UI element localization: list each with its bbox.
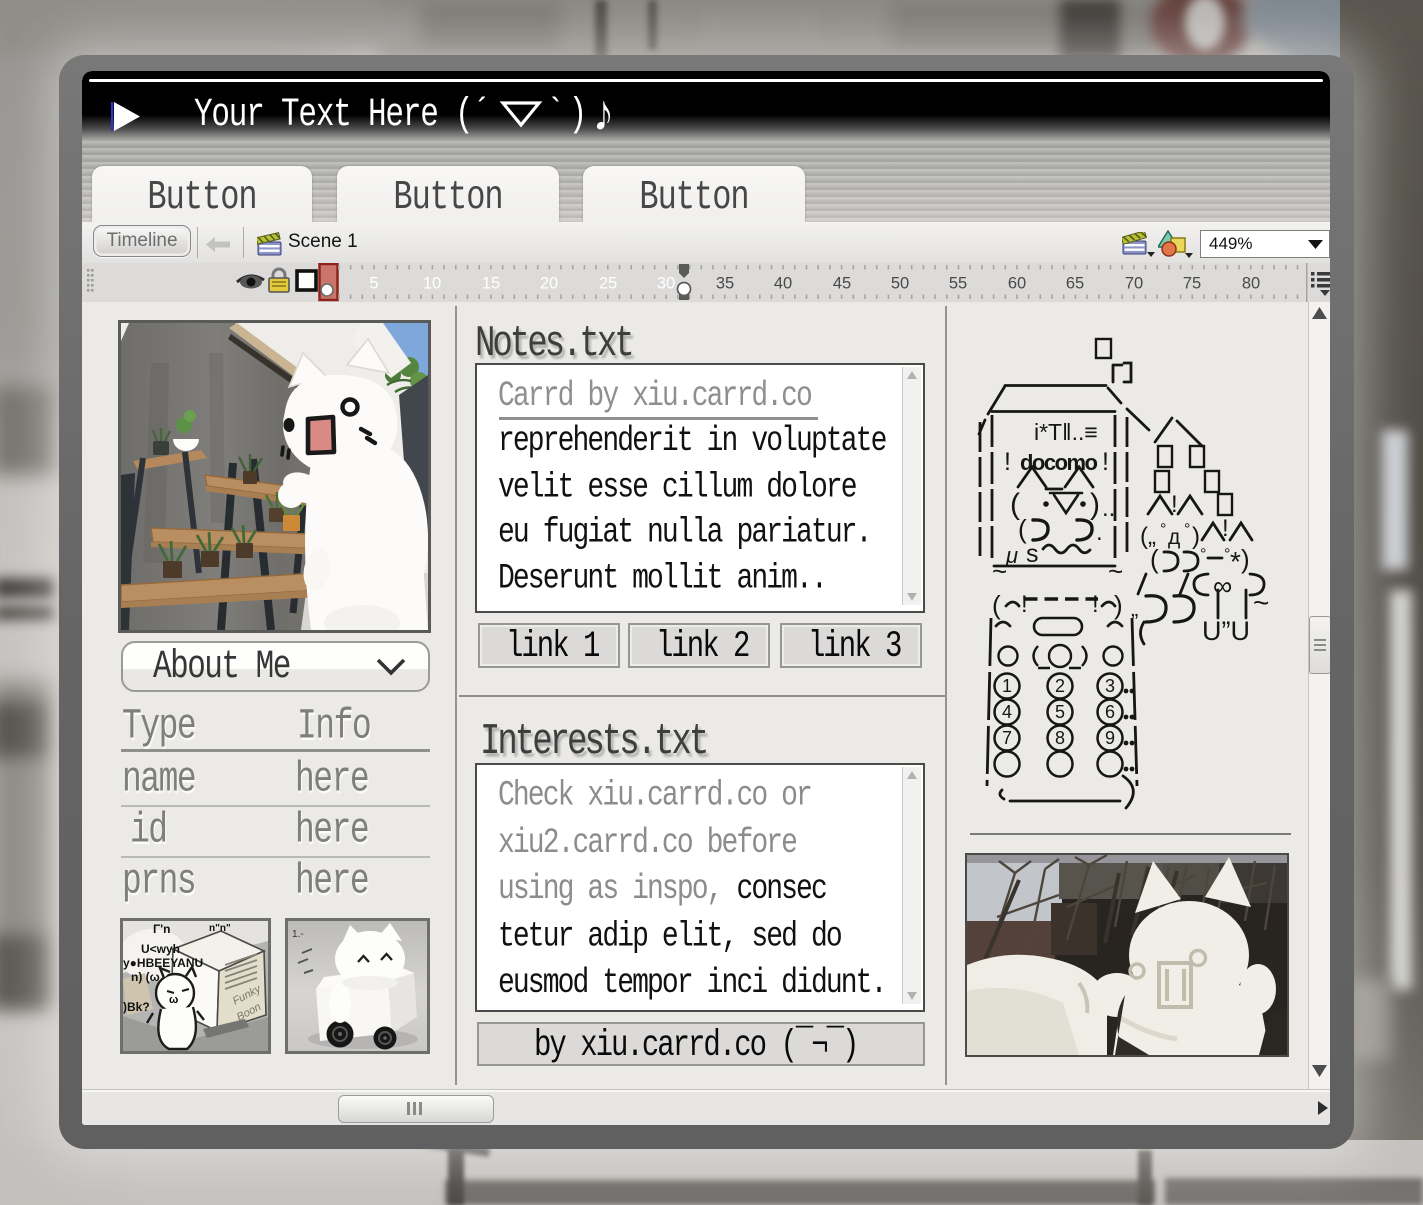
svg-text:°: ° [1184,521,1190,538]
svg-text:5: 5 [369,275,378,293]
svg-text:ω: ω [169,994,178,1006]
svg-text:): ) [1241,544,1250,574]
svg-text:8: 8 [1055,728,1065,748]
svg-text:n) (ω: n) (ω [131,970,160,984]
svg-text:2: 2 [1055,676,1065,696]
svg-text:50: 50 [891,275,909,293]
svg-text:!: ! [1004,448,1011,476]
svg-text:~: ~ [992,556,1007,586]
svg-text:!: ! [1102,448,1109,476]
svg-text:40: 40 [774,275,792,293]
svg-text:): ) [1090,488,1100,521]
svg-text:!: ! [1092,591,1099,618]
svg-text:(: ( [1150,544,1159,574]
svg-text:(: ( [992,590,1001,620]
svg-text:1.-: 1.- [292,929,304,940]
svg-text:3: 3 [1105,676,1115,696]
svg-text:°: ° [1160,521,1166,538]
svg-text:25: 25 [599,275,617,293]
svg-text:30: 30 [657,275,675,293]
svg-text:U”U: U”U [1202,616,1250,646]
svg-text:45: 45 [833,275,851,293]
svg-text:)Bk?: )Bk? [123,1000,150,1014]
svg-text:35: 35 [716,275,734,293]
svg-text:4: 4 [1002,702,1012,722]
svg-text:„: „ [1131,596,1138,621]
svg-text:10: 10 [423,275,441,293]
svg-text:60: 60 [1008,275,1026,293]
svg-text:): ) [1192,523,1200,550]
svg-text:Γ'n: Γ'n [153,922,170,936]
svg-text:15: 15 [482,275,500,293]
svg-text:80: 80 [1242,275,1260,293]
svg-text:docomo: docomo [1020,450,1098,475]
svg-text:6: 6 [1105,702,1115,722]
svg-text:i*T‖..≡: i*T‖..≡ [1034,419,1098,445]
svg-text:U<wyh: U<wyh [141,942,180,956]
svg-text:9: 9 [1105,728,1115,748]
svg-text:!: ! [1222,515,1229,542]
svg-text:д: д [1168,526,1180,549]
svg-text:∞: ∞ [1213,571,1232,601]
svg-text:!: ! [1171,491,1178,518]
svg-text:55: 55 [949,275,967,293]
svg-text:20: 20 [540,275,558,293]
svg-text:75: 75 [1183,275,1201,293]
svg-text:1: 1 [1002,676,1012,696]
svg-text:.: . [1096,519,1103,546]
svg-text:~: ~ [1108,556,1123,586]
svg-text:7: 7 [1002,728,1012,748]
svg-text:~: ~ [1253,587,1269,618]
svg-text:65: 65 [1066,275,1084,293]
svg-text:): ) [1114,590,1123,620]
svg-text:n"n": n"n" [209,923,231,934]
svg-text:5: 5 [1055,702,1065,722]
svg-text:..: .. [1102,495,1115,522]
svg-text:s: s [1026,540,1039,568]
svg-text:70: 70 [1125,275,1143,293]
svg-text:°: ° [1200,546,1206,563]
svg-text:!: ! [1021,591,1028,618]
